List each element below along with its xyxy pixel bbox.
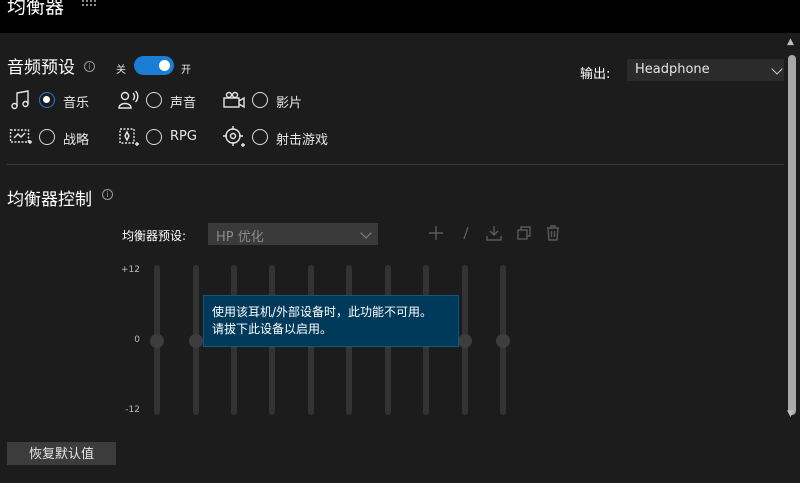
slider-knob[interactable]: [189, 334, 203, 348]
radio-video[interactable]: [252, 92, 268, 108]
rpg-icon: [119, 128, 139, 146]
radio-voice[interactable]: [146, 92, 162, 108]
chevron-down-icon: [360, 227, 372, 239]
strategy-icon: [9, 129, 32, 144]
radio-shooter[interactable]: [252, 129, 268, 145]
reset-defaults-button[interactable]: 恢复默认值: [7, 442, 116, 465]
preset-video[interactable]: 影片: [222, 88, 332, 112]
eq-band-slider[interactable]: [496, 265, 510, 415]
info-icon[interactable]: i: [102, 189, 113, 200]
toggle-knob: [159, 60, 170, 71]
preset-label-rpg: RPG: [170, 129, 197, 144]
main-panel: 音频预设 i 关 开 输出: Headphone 音乐 声音 影片 战略 RPG…: [0, 33, 789, 483]
scroll-down-icon[interactable]: ▼: [787, 409, 794, 419]
output-label: 输出:: [580, 67, 611, 82]
radio-music[interactable]: [39, 92, 55, 108]
scale-top-label: +12: [121, 265, 140, 275]
scale-mid-label: 0: [134, 335, 140, 345]
preset-rpg[interactable]: RPG: [116, 125, 216, 149]
crosshair-icon: [223, 126, 245, 147]
grid-dots-icon: [82, 0, 96, 6]
audio-preset-title: 音频预设: [7, 58, 75, 78]
preset-label-strategy: 战略: [63, 133, 90, 148]
eq-band-slider[interactable]: [189, 265, 203, 415]
voice-icon: [118, 90, 139, 109]
scroll-thumb[interactable]: [788, 55, 796, 415]
section-divider: [7, 164, 784, 165]
window-title: 均衡器: [7, 0, 65, 18]
delete-icon[interactable]: [545, 225, 561, 241]
radio-rpg[interactable]: [146, 129, 162, 145]
unavailable-tooltip: 使用该耳机/外部设备时，此功能不可用。 请拔下此设备以启用。: [203, 295, 459, 347]
music-note-icon: [11, 90, 29, 110]
eq-control-title: 均衡器控制: [7, 190, 92, 210]
eq-preset-select[interactable]: HP 优化: [208, 223, 378, 245]
slider-knob[interactable]: [496, 334, 510, 348]
download-icon[interactable]: [486, 225, 502, 241]
copy-icon[interactable]: [516, 225, 532, 241]
preset-label-video: 影片: [276, 96, 303, 111]
tooltip-line-2: 请拔下此设备以启用。: [212, 322, 333, 336]
preset-shooter[interactable]: 射击游戏: [222, 125, 342, 149]
slider-knob[interactable]: [458, 334, 472, 348]
video-camera-icon: [223, 91, 245, 109]
slider-knob[interactable]: [150, 334, 164, 348]
preset-label-shooter: 射击游戏: [276, 133, 329, 148]
toggle-off-label: 关: [116, 65, 126, 76]
radio-strategy[interactable]: [39, 129, 55, 145]
add-icon[interactable]: [428, 225, 444, 241]
preset-music[interactable]: 音乐: [9, 88, 109, 112]
eq-preset-select-value: HP 优化: [216, 230, 264, 245]
preset-voice[interactable]: 声音: [116, 88, 216, 112]
info-icon[interactable]: i: [84, 61, 95, 72]
eq-band-slider[interactable]: [150, 265, 164, 415]
preset-label-voice: 声音: [170, 96, 197, 111]
vertical-scrollbar[interactable]: ▲ ▼: [784, 33, 800, 483]
title-bar: 均衡器: [0, 0, 800, 33]
audio-preset-toggle[interactable]: [134, 56, 174, 75]
chevron-down-icon: [771, 63, 783, 75]
preset-strategy[interactable]: 战略: [9, 125, 109, 149]
toggle-on-label: 开: [181, 65, 191, 76]
output-select-value: Headphone: [635, 62, 710, 77]
eq-band-slider[interactable]: [458, 265, 472, 415]
eq-preset-label: 均衡器预设:: [122, 229, 187, 243]
edit-icon[interactable]: [458, 225, 474, 241]
tooltip-line-1: 使用该耳机/外部设备时，此功能不可用。: [212, 305, 433, 319]
output-select[interactable]: Headphone: [627, 59, 789, 81]
preset-label-music: 音乐: [63, 96, 90, 111]
scale-bottom-label: -12: [125, 405, 140, 415]
scroll-up-icon[interactable]: ▲: [787, 37, 794, 47]
